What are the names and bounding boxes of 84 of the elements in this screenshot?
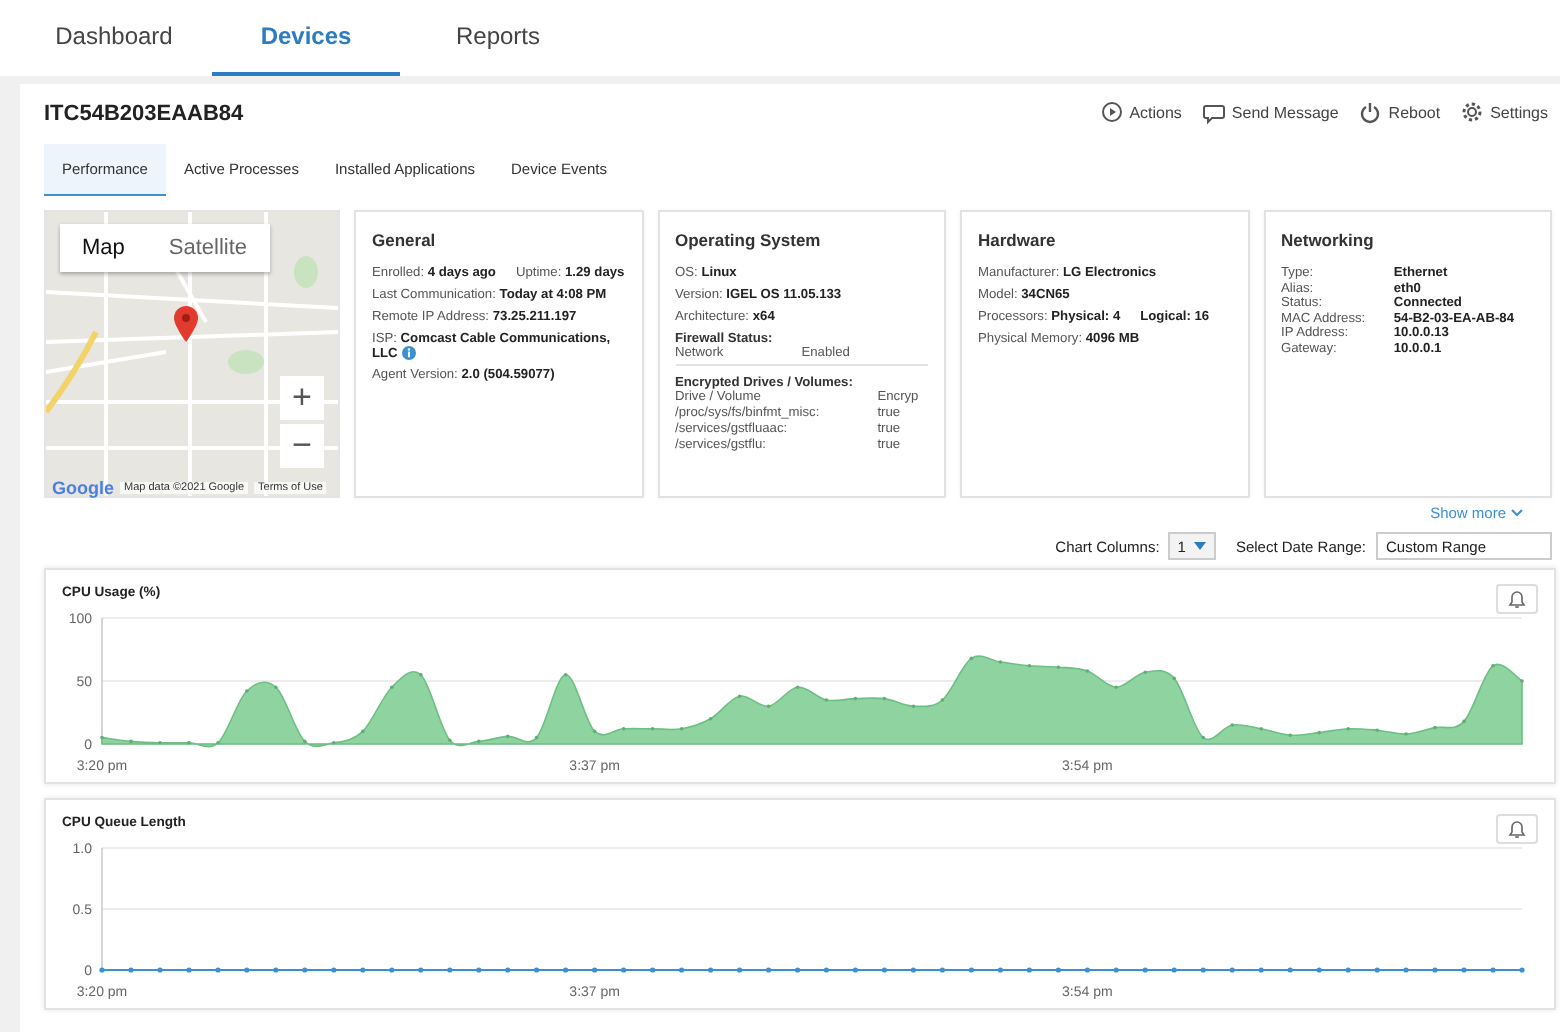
action-button[interactable]: Send Message [1201, 100, 1339, 124]
device-name: ITC54B203EAAB84 [44, 100, 246, 126]
data-point [99, 967, 105, 973]
data-point [1113, 967, 1119, 973]
data-point [447, 967, 453, 973]
data-point [852, 967, 858, 973]
bell-icon [1508, 819, 1526, 839]
data-point [853, 696, 858, 701]
data-point [563, 967, 569, 973]
data-point [1403, 967, 1409, 973]
data-point [650, 967, 656, 973]
data-point [708, 967, 714, 973]
card-title: Hardware [978, 230, 1058, 250]
data-point [823, 967, 829, 973]
data-point [881, 967, 887, 973]
nav-tab[interactable]: Dashboard [20, 0, 208, 76]
data-point [1432, 967, 1438, 973]
data-point [737, 967, 743, 973]
alert-button[interactable] [1496, 584, 1538, 614]
data-point [244, 967, 250, 973]
data-point [766, 967, 772, 973]
data-point [1200, 967, 1206, 973]
data-point [1171, 967, 1177, 973]
data-point [476, 967, 482, 973]
power-icon [1358, 100, 1383, 124]
data-point [505, 967, 511, 973]
data-point [1055, 967, 1061, 973]
speech-bubble-icon [1201, 100, 1226, 124]
data-point [1490, 967, 1496, 973]
data-point [997, 967, 1003, 973]
data-point [302, 967, 308, 973]
data-point [1345, 967, 1351, 973]
data-point [939, 967, 945, 973]
zoom-out-button[interactable]: − [280, 424, 324, 468]
data-point [592, 967, 598, 973]
data-point [1142, 967, 1148, 973]
card-title: General [372, 230, 438, 250]
map-type-button[interactable]: Satellite [146, 224, 270, 272]
alert-button[interactable] [1496, 814, 1538, 844]
data-point [1258, 967, 1264, 973]
data-point [969, 656, 974, 661]
bell-icon [1508, 589, 1526, 609]
action-button[interactable]: Actions [1099, 100, 1182, 124]
data-point [273, 967, 279, 973]
data-point [592, 729, 597, 734]
data-point [418, 967, 424, 973]
zoom-in-button[interactable]: + [280, 376, 324, 420]
nav-tab[interactable]: Reports [404, 0, 592, 76]
play-circle-icon [1099, 100, 1124, 124]
data-point [795, 967, 801, 973]
map-type-button[interactable]: Map [60, 224, 147, 272]
data-point [534, 967, 540, 973]
data-point [910, 967, 916, 973]
data-point [1316, 967, 1322, 973]
data-point [1026, 967, 1032, 973]
data-point [1519, 967, 1525, 973]
action-button[interactable]: Reboot [1358, 100, 1441, 124]
card-title: Operating System [675, 230, 823, 250]
data-point [389, 967, 395, 973]
caret-icon [1193, 542, 1206, 550]
data-point [128, 967, 134, 973]
info-icon[interactable] [401, 346, 416, 360]
data-point [679, 967, 685, 973]
nav-tab[interactable]: Devices [212, 0, 400, 76]
data-point [968, 967, 974, 973]
action-button[interactable]: Settings [1460, 100, 1548, 124]
card-title: Networking [1281, 230, 1376, 250]
settings-icon [1460, 100, 1485, 124]
data-point [1084, 967, 1090, 973]
map-logo: Google [52, 477, 114, 497]
chevron-down-icon [1510, 508, 1524, 518]
data-point [186, 967, 192, 973]
map-pin-icon [174, 306, 198, 342]
data-point [882, 696, 887, 701]
data-point [1374, 967, 1380, 973]
data-point [534, 735, 539, 740]
data-point [1229, 967, 1235, 973]
data-point [1287, 967, 1293, 973]
data-point [1461, 967, 1467, 973]
data-point [331, 967, 337, 973]
data-point [360, 967, 366, 973]
data-point [157, 967, 163, 973]
data-point [621, 967, 627, 973]
data-point [215, 967, 221, 973]
